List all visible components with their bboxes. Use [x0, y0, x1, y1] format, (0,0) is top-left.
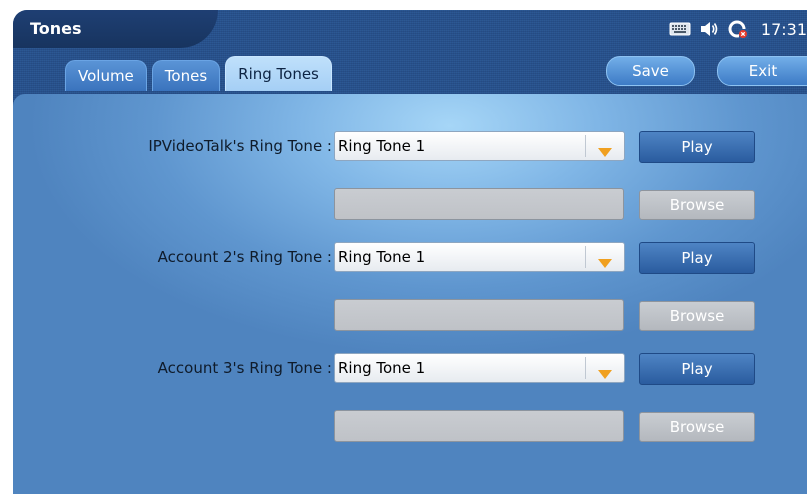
- account2-ring-tone-select[interactable]: Ring Tone 1: [334, 242, 625, 272]
- account3-file-field[interactable]: [334, 410, 624, 442]
- account2-play-button[interactable]: Play: [639, 242, 755, 274]
- page-title: Tones: [30, 19, 82, 38]
- select-value: Ring Tone 1: [338, 359, 426, 377]
- account2-browse-button[interactable]: Browse: [639, 301, 755, 331]
- ipvideotalk-ring-tone-label: IPVideoTalk's Ring Tone :: [148, 137, 332, 155]
- chevron-down-icon: [598, 142, 612, 161]
- select-value: Ring Tone 1: [338, 248, 426, 266]
- save-button[interactable]: Save: [606, 56, 695, 86]
- account2-ring-tone-label: Account 2's Ring Tone :: [157, 248, 332, 266]
- account3-browse-button[interactable]: Browse: [639, 412, 755, 442]
- ring-tones-panel: IPVideoTalk's Ring Tone : Ring Tone 1 Pl…: [13, 94, 807, 494]
- keyboard-icon[interactable]: [669, 21, 691, 37]
- tab-tones[interactable]: Tones: [151, 60, 221, 91]
- account3-ring-tone-label: Account 3's Ring Tone :: [157, 359, 332, 377]
- clock-time: 17:31: [760, 19, 807, 39]
- select-divider: [585, 246, 586, 268]
- speaker-icon[interactable]: [699, 20, 719, 38]
- chevron-down-icon: [598, 364, 612, 383]
- ipvideotalk-file-field[interactable]: [334, 188, 624, 220]
- chevron-down-icon: [598, 253, 612, 272]
- tab-bar: Volume Tones Ring Tones: [65, 56, 332, 91]
- status-bar: 17:31: [669, 16, 807, 42]
- ipvideotalk-play-button[interactable]: Play: [639, 131, 755, 163]
- select-divider: [585, 357, 586, 379]
- tab-volume[interactable]: Volume: [65, 60, 147, 91]
- app-window: Tones 17:31 Volume Tones Ring Tones Save…: [13, 10, 807, 494]
- exit-button[interactable]: Exit: [717, 56, 807, 86]
- select-value: Ring Tone 1: [338, 137, 426, 155]
- network-alert-icon[interactable]: [727, 19, 749, 39]
- ipvideotalk-ring-tone-select[interactable]: Ring Tone 1: [334, 131, 625, 161]
- account2-file-field[interactable]: [334, 299, 624, 331]
- ipvideotalk-browse-button[interactable]: Browse: [639, 190, 755, 220]
- select-divider: [585, 135, 586, 157]
- account3-ring-tone-select[interactable]: Ring Tone 1: [334, 353, 625, 383]
- tab-ring-tones[interactable]: Ring Tones: [225, 56, 332, 91]
- account3-play-button[interactable]: Play: [639, 353, 755, 385]
